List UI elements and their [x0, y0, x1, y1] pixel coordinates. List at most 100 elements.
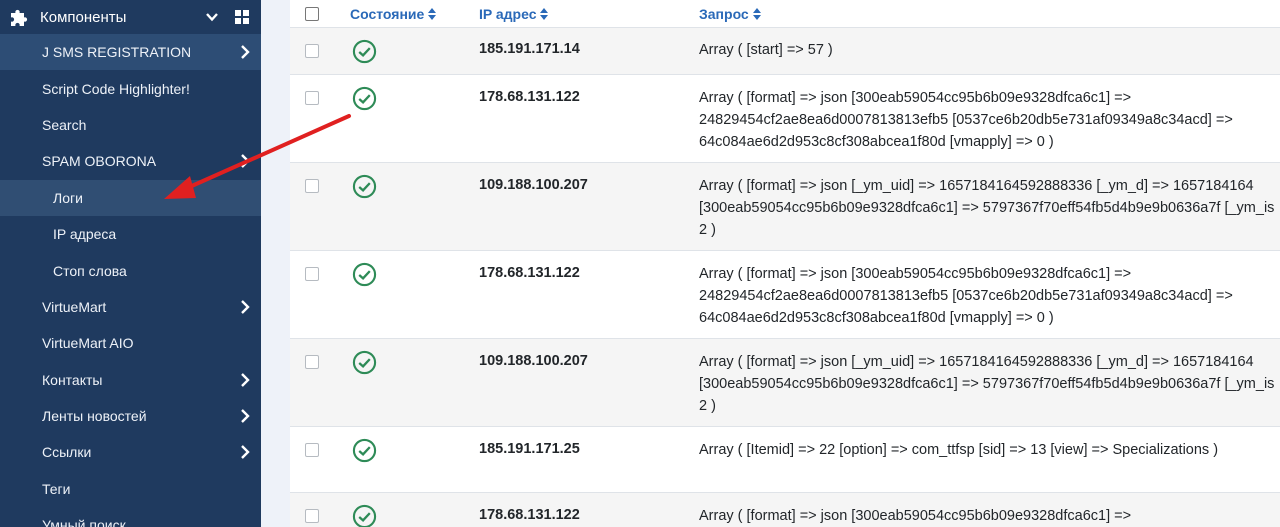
check-circle-icon[interactable] — [352, 39, 377, 64]
row-check-cell — [290, 427, 340, 492]
status-cell — [340, 427, 479, 492]
table-row[interactable]: 185.191.171.25 Array ( [Itemid] => 22 [o… — [290, 427, 1280, 493]
ip-cell: 109.188.100.207 — [479, 177, 588, 193]
sort-icon — [540, 7, 549, 20]
table-row[interactable]: 185.191.171.14 Array ( [start] => 57 ) — [290, 28, 1280, 75]
sidebar: Компоненты J SMS REGISTRATION Script Cod… — [0, 0, 261, 527]
chevron-right-icon — [241, 300, 250, 314]
sidebar-item-label: Умный поиск — [42, 517, 126, 527]
sidebar-header-label: Компоненты — [40, 8, 127, 26]
column-header-label: Состояние — [350, 5, 425, 22]
ip-cell: 185.191.171.14 — [479, 41, 580, 57]
sidebar-item-label: VirtueMart AIO — [42, 335, 134, 352]
sidebar-item-virtuemart-aio[interactable]: VirtueMart AIO — [0, 325, 261, 361]
row-check-cell — [290, 28, 340, 74]
row-checkbox[interactable] — [305, 44, 319, 58]
sidebar-item-label: Search — [42, 116, 87, 133]
ip-cell: 178.68.131.122 — [479, 265, 580, 281]
check-circle-icon[interactable] — [352, 174, 377, 199]
chevron-down-icon[interactable] — [205, 10, 219, 24]
chevron-right-icon — [241, 445, 250, 460]
sidebar-header-components[interactable]: Компоненты — [0, 0, 261, 34]
sidebar-item-label: Теги — [42, 480, 71, 497]
sidebar-item-ip-addresses[interactable]: IP адреса — [0, 216, 261, 252]
table-row[interactable]: 178.68.131.122 Array ( [format] => json … — [290, 75, 1280, 163]
sidebar-item-smart-search[interactable]: Умный поиск — [0, 507, 261, 527]
status-cell — [340, 163, 479, 250]
sidebar-item-newsfeeds[interactable]: Ленты новостей — [0, 398, 261, 434]
status-cell — [340, 251, 479, 338]
sidebar-item-search[interactable]: Search — [0, 107, 261, 143]
row-check-cell — [290, 163, 340, 250]
status-cell — [340, 493, 479, 527]
row-check-cell — [290, 75, 340, 162]
column-header-ip[interactable]: IP адрес — [479, 6, 699, 22]
chevron-right-icon — [241, 409, 250, 423]
sidebar-item-spam-oborona[interactable]: SPAM OBORONA — [0, 143, 261, 179]
column-header-label: Запрос — [699, 5, 749, 22]
sidebar-item-virtuemart[interactable]: VirtueMart — [0, 289, 261, 325]
sidebar-item-contacts[interactable]: Контакты — [0, 362, 261, 398]
row-check-cell — [290, 251, 340, 338]
row-check-cell — [290, 339, 340, 426]
sidebar-item-script-code-highlighter[interactable]: Script Code Highlighter! — [0, 70, 261, 106]
row-checkbox[interactable] — [305, 509, 319, 523]
content-gutter — [261, 0, 290, 527]
status-cell — [340, 75, 479, 162]
row-checkbox[interactable] — [305, 355, 319, 369]
puzzle-icon — [11, 9, 28, 26]
ip-cell: 185.191.171.25 — [479, 441, 580, 457]
sidebar-item-label: VirtueMart — [42, 298, 107, 315]
ip-cell: 109.188.100.207 — [479, 353, 588, 369]
row-check-cell — [290, 493, 340, 527]
sidebar-item-label: Контакты — [42, 371, 103, 388]
sidebar-item-label: Стоп слова — [53, 262, 127, 279]
check-circle-icon[interactable] — [352, 504, 377, 527]
column-header-request[interactable]: Запрос — [699, 3, 1280, 25]
sidebar-item-links[interactable]: Ссылки — [0, 434, 261, 470]
sort-icon — [428, 7, 437, 20]
column-header-status[interactable]: Состояние — [340, 6, 479, 22]
sidebar-item-label: J SMS REGISTRATION — [42, 44, 192, 61]
sidebar-item-label: IP адреса — [53, 226, 117, 243]
table-row[interactable]: 178.68.131.122 Array ( [format] => json … — [290, 493, 1280, 527]
check-circle-icon[interactable] — [352, 438, 377, 463]
table-row[interactable]: 109.188.100.207 Array ( [format] => json… — [290, 163, 1280, 251]
table-row[interactable]: 178.68.131.122 Array ( [format] => json … — [290, 251, 1280, 339]
check-circle-icon[interactable] — [352, 350, 377, 375]
request-cell: Array ( [Itemid] => 22 [option] => com_t… — [699, 442, 1219, 458]
select-all-cell — [290, 6, 340, 21]
request-cell: Array ( [start] => 57 ) — [699, 42, 833, 58]
column-header-label: IP адрес — [479, 5, 537, 22]
sort-icon — [752, 7, 761, 20]
table-row[interactable]: 109.188.100.207 Array ( [format] => json… — [290, 339, 1280, 427]
sidebar-item-tags[interactable]: Теги — [0, 471, 261, 507]
sidebar-item-label: Ленты новостей — [42, 408, 147, 425]
sidebar-item-label: Логи — [53, 189, 83, 206]
row-checkbox[interactable] — [305, 267, 319, 281]
request-cell: Array ( [format] => json [300eab59054cc9… — [699, 266, 1233, 326]
sidebar-item-label: Script Code Highlighter! — [42, 80, 190, 97]
ip-cell: 178.68.131.122 — [479, 507, 580, 523]
ip-cell: 178.68.131.122 — [479, 89, 580, 105]
check-circle-icon[interactable] — [352, 86, 377, 111]
table-header: Состояние IP адрес Запрос — [290, 0, 1280, 28]
row-checkbox[interactable] — [305, 179, 319, 193]
request-cell: Array ( [format] => json [_ym_uid] => 16… — [699, 354, 1275, 414]
select-all-checkbox[interactable] — [305, 6, 319, 21]
row-checkbox[interactable] — [305, 91, 319, 105]
chevron-right-icon — [241, 154, 250, 169]
check-circle-icon[interactable] — [352, 262, 377, 287]
sidebar-item-stop-words[interactable]: Стоп слова — [0, 252, 261, 288]
logs-table: Состояние IP адрес Запрос 185.191.171.14… — [290, 0, 1280, 527]
status-cell — [340, 28, 479, 74]
request-cell: Array ( [format] => json [300eab59054cc9… — [699, 508, 1132, 524]
sidebar-item-j-sms-registration[interactable]: J SMS REGISTRATION — [0, 34, 261, 71]
row-checkbox[interactable] — [305, 443, 319, 457]
request-cell: Array ( [format] => json [300eab59054cc9… — [699, 90, 1233, 150]
sidebar-item-logs[interactable]: Логи — [0, 179, 261, 216]
grid-icon[interactable] — [235, 10, 249, 24]
status-cell — [340, 339, 479, 426]
request-cell: Array ( [format] => json [_ym_uid] => 16… — [699, 178, 1275, 238]
sidebar-item-label: Ссылки — [42, 444, 92, 461]
